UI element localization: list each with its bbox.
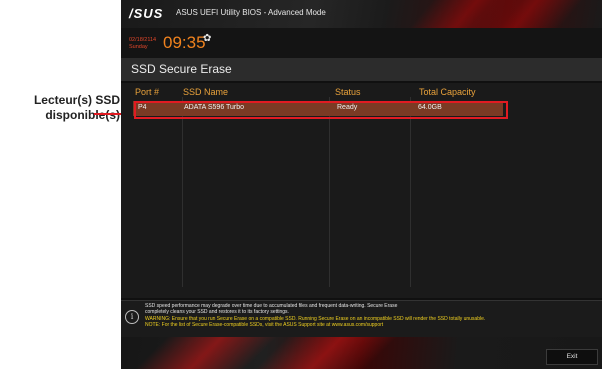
bios-window: /SUS ASUS UEFI Utility BIOS - Advanced M…	[121, 0, 602, 369]
decor-streak	[255, 337, 397, 369]
info-text: SSD speed performance may degrade over t…	[145, 303, 600, 329]
day-text: Sunday	[129, 44, 148, 50]
ssd-highlight-box	[134, 101, 508, 119]
top-bar: /SUS ASUS UEFI Utility BIOS - Advanced M…	[121, 0, 602, 28]
bottom-bar: Exit	[121, 337, 602, 369]
date-text: 02/18/2114	[129, 37, 157, 43]
gear-icon[interactable]: ✿	[203, 33, 211, 44]
callout-label: Lecteur(s) SSD disponible(s)	[8, 93, 120, 123]
clock-area: 02/18/2114 Sunday 09:35 ✿	[121, 28, 602, 58]
asus-logo: /SUS	[129, 6, 164, 21]
callout-line-1: Lecteur(s) SSD	[33, 93, 120, 107]
window-title: ASUS UEFI Utility BIOS - Advanced Mode	[176, 8, 326, 17]
column-divider	[329, 97, 330, 287]
column-header-status: Status	[335, 87, 361, 97]
column-header-port: Port #	[135, 87, 160, 97]
callout-line-2: disponible(s)	[45, 108, 120, 122]
page-heading-bar: SSD Secure Erase	[121, 58, 602, 81]
page-title: SSD Secure Erase	[131, 62, 232, 76]
column-header-ssd-name: SSD Name	[183, 87, 229, 97]
time-display: 09:35	[163, 33, 206, 52]
info-panel: i SSD speed performance may degrade over…	[121, 300, 602, 337]
decor-streak	[135, 337, 277, 369]
column-divider	[182, 97, 183, 287]
date-display: 02/18/2114 Sunday	[129, 37, 156, 51]
info-icon: i	[125, 310, 139, 324]
column-divider	[410, 97, 411, 287]
exit-button[interactable]: Exit	[546, 349, 598, 365]
column-header-capacity: Total Capacity	[419, 87, 476, 97]
note-line: NOTE: For the list of Secure Erase-compa…	[145, 322, 384, 329]
